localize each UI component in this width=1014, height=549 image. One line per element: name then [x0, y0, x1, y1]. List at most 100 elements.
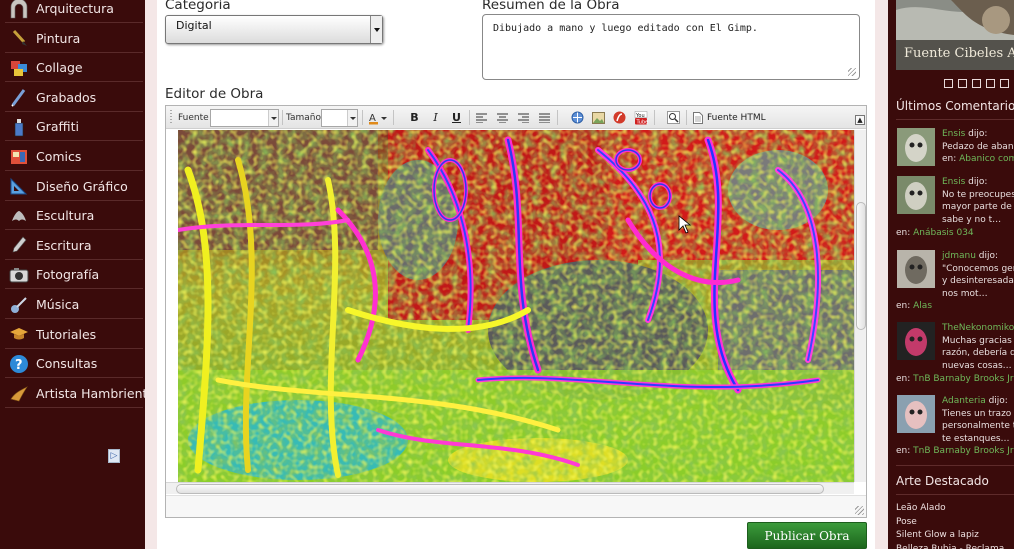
font-select[interactable] — [210, 109, 279, 127]
comment-work-link[interactable]: Abanico com — [959, 154, 1014, 164]
sidebar-item-8[interactable]: Escultura — [5, 202, 143, 231]
comment-work-link[interactable]: TnB Barnaby Brooks Jr — [913, 446, 1013, 456]
sidebar-item-label: Artista Hambriento — [36, 385, 156, 401]
sidebar-item-5[interactable]: Graffiti — [5, 113, 143, 142]
comment-user-link[interactable]: Ensis — [942, 177, 965, 187]
insert-flash-button[interactable] — [611, 109, 628, 126]
sidebar-item-label: Diseño Gráfico — [36, 178, 128, 194]
editor-vertical-scrollbar[interactable] — [854, 130, 866, 482]
avatar[interactable] — [897, 250, 935, 288]
comment-user-link[interactable]: TheNekonomiko — [942, 323, 1014, 333]
comment-on: en: Alas — [896, 301, 932, 311]
size-label: Tamaño — [286, 112, 322, 123]
editor-horizontal-scrollbar[interactable] — [166, 482, 854, 494]
sidebar-item-label: Consultas — [36, 356, 98, 372]
align-left-button[interactable] — [473, 109, 490, 126]
divider — [896, 465, 1014, 466]
sidebar-item-7[interactable]: Diseño Gráfico — [5, 173, 143, 201]
sidebar-item-6[interactable]: Comics — [5, 143, 143, 171]
italic-button[interactable]: I — [427, 109, 444, 126]
sidebar-item-11[interactable]: Música — [5, 291, 143, 319]
scroll-thumb[interactable] — [176, 484, 824, 494]
slider-dot[interactable] — [986, 79, 995, 88]
bold-button[interactable]: B — [406, 109, 423, 126]
preview-button[interactable] — [665, 109, 682, 126]
avatar[interactable] — [897, 322, 935, 360]
comments-heading: Últimos Comentarios — [896, 99, 1014, 113]
summary-textarea[interactable]: Dibujado a mano y luego editado con El G… — [482, 14, 860, 80]
brush-icon — [8, 27, 30, 49]
collapse-toolbar-icon[interactable]: ▲ — [855, 115, 865, 125]
featured-art-link[interactable]: Leão Alado — [896, 503, 946, 513]
category-select[interactable]: Digital — [165, 15, 383, 44]
comment-text: jdmanu dijo: "Conocemos gen y desinteresad… — [942, 250, 1014, 300]
editor-toolbar: Fuente Tamaño A B I U You Tube Fuente HT… — [166, 106, 866, 129]
arch-icon — [8, 0, 30, 20]
sidebar-item-label: Pintura — [36, 30, 81, 46]
sidebar-item-label: Arquitectura — [36, 1, 114, 16]
avatar[interactable] — [897, 176, 935, 214]
image-icon — [592, 111, 605, 124]
featured-art-link[interactable]: Silent Glow a lapiz — [896, 530, 979, 540]
align-right-button[interactable] — [515, 109, 532, 126]
insert-image-button[interactable] — [590, 109, 607, 126]
publish-button[interactable]: Publicar Obra — [747, 522, 867, 549]
sidebar-item-14[interactable]: Artista Hambriento — [5, 380, 155, 408]
html-source-button[interactable]: Fuente HTML — [693, 109, 773, 126]
font-label: Fuente — [178, 112, 209, 123]
featured-slider[interactable]: Fuente Cibeles A — [896, 0, 1014, 70]
sidebar-item-4[interactable]: Grabados — [5, 84, 143, 112]
sidebar-item-13[interactable]: ? Consultas — [5, 350, 143, 379]
sidebar-item-2[interactable]: Pintura — [5, 25, 143, 53]
scroll-thumb[interactable] — [856, 202, 866, 330]
text-color-button[interactable]: A — [367, 109, 389, 126]
link-icon — [571, 111, 584, 124]
sidebar-item-label: Fotografía — [36, 267, 100, 283]
sidebar-item-12[interactable]: Tutoriales — [5, 321, 143, 349]
comment-user-link[interactable]: Adanteria — [942, 396, 986, 406]
insert-link-button[interactable] — [569, 109, 586, 126]
editor-statusbar — [166, 495, 866, 517]
underline-button[interactable]: U — [448, 109, 465, 126]
sidebar-item-10[interactable]: Fotografía — [5, 261, 143, 290]
align-center-button[interactable] — [494, 109, 511, 126]
summary-text: Dibujado a mano y luego editado con El G… — [493, 23, 758, 34]
sidebar-item-3[interactable]: Collage — [5, 54, 143, 83]
comment-work-link[interactable]: TnB Barnaby Brooks Jr — [913, 374, 1013, 384]
spray-can-icon — [8, 116, 30, 138]
slider-dot[interactable] — [1000, 79, 1009, 88]
artwork-image — [178, 130, 854, 482]
sidebar-item-1[interactable]: Arquitectura — [5, 0, 143, 23]
comment-line: Muchas gracias — [942, 335, 1012, 346]
comment-user-link[interactable]: jdmanu — [942, 251, 976, 261]
featured-art-link[interactable]: Pose — [896, 517, 917, 527]
resize-grip-icon[interactable] — [855, 506, 864, 515]
slider-dot[interactable] — [972, 79, 981, 88]
resize-grip-icon[interactable] — [848, 68, 856, 76]
comment-said: dijo: — [985, 396, 1008, 406]
sidebar-item-label: Comics — [36, 149, 82, 164]
category-select-value: Digital — [176, 19, 212, 32]
slider-dot[interactable] — [944, 79, 953, 88]
slider-dot[interactable] — [958, 79, 967, 88]
toolbar-separator — [393, 110, 394, 125]
sidebar-item-9[interactable]: Escritura — [5, 232, 143, 260]
comment-work-link[interactable]: Alas — [913, 301, 932, 311]
toolbar-separator — [686, 110, 687, 125]
featured-art-link[interactable]: Belleza Rubia - Reclama — [896, 544, 1004, 549]
comment-work-link[interactable]: Anábasis 034 — [913, 228, 974, 238]
ad-choices-icon[interactable]: ▷ — [108, 449, 120, 463]
collage-icon — [8, 57, 30, 79]
avatar[interactable] — [897, 128, 935, 166]
featured-art-heading: Arte Destacado — [896, 474, 989, 488]
comment-line: sabe y no t… — [942, 214, 1002, 225]
size-select[interactable] — [321, 109, 358, 127]
insert-youtube-button[interactable]: You Tube — [632, 109, 649, 126]
youtube-icon: YouTube — [634, 110, 648, 125]
hungry-artist-icon — [8, 382, 30, 404]
avatar[interactable] — [897, 395, 935, 433]
comment-user-link[interactable]: Ensis — [942, 129, 965, 139]
comment-text: Adanteria dijo: Tienes un trazo personalme… — [942, 395, 1014, 445]
align-justify-button[interactable] — [536, 109, 553, 126]
divider — [896, 119, 1014, 120]
